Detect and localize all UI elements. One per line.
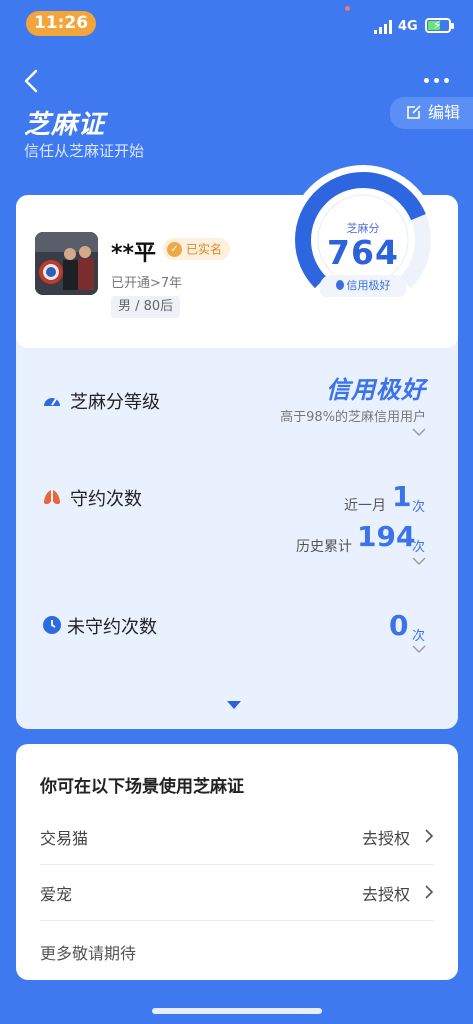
- home-indicator[interactable]: [152, 1008, 322, 1014]
- broken-value: 0: [389, 609, 409, 642]
- speedometer-icon: [44, 398, 60, 406]
- score-gauge[interactable]: 芝麻分 764 信用极好: [288, 165, 438, 315]
- battery-icon: ⚡: [425, 18, 454, 33]
- grade-expand-button[interactable]: [412, 428, 426, 436]
- divider: [40, 920, 434, 921]
- kept-history-unit: 次: [412, 540, 426, 555]
- kept-recent-label: 近一月: [344, 498, 386, 514]
- score-value: 764: [327, 233, 399, 272]
- authorize-link[interactable]: 去授权: [362, 825, 410, 849]
- signal-icon: [374, 20, 392, 34]
- more-button[interactable]: [422, 70, 452, 90]
- scene-row-aichong[interactable]: 爱宠 去授权: [40, 864, 434, 919]
- kept-title: 守约次数: [70, 489, 142, 510]
- broken-title: 未守约次数: [67, 617, 157, 638]
- chevron-left-icon: [24, 69, 38, 93]
- clock-icon: [43, 616, 61, 634]
- chevron-right-icon: [424, 828, 434, 844]
- broken-unit: 次: [412, 629, 426, 644]
- lungs-icon: [44, 490, 60, 505]
- broken-expand-button[interactable]: [412, 645, 426, 653]
- grade-desc: 高于98%的芝麻信用用户: [280, 410, 426, 425]
- more-coming-text: 更多敬请期待: [40, 944, 137, 963]
- open-duration: 已开通>7年: [111, 276, 183, 291]
- score-level-badge: 信用极好: [320, 275, 406, 297]
- page-title: 芝麻证: [24, 110, 106, 140]
- expand-more-icon[interactable]: [227, 701, 241, 709]
- kept-recent-unit: 次: [412, 500, 426, 515]
- chevron-down-icon: [412, 428, 426, 436]
- edit-button[interactable]: 编辑: [390, 97, 473, 129]
- kept-expand-button[interactable]: [412, 557, 426, 565]
- drop-icon: [335, 280, 344, 290]
- grade-level: 信用极好: [326, 376, 426, 404]
- kept-history-label: 历史累计: [296, 539, 352, 555]
- scenes-card: 你可在以下场景使用芝麻证 交易猫 去授权 爱宠 去授权 更多敬请期待: [16, 744, 458, 980]
- network-type: 4G: [398, 19, 418, 34]
- grade-title: 芝麻分等级: [70, 392, 160, 413]
- user-tag: 男 / 80后: [111, 296, 181, 318]
- verified-badge: ✓ 已实名: [163, 238, 231, 260]
- kept-history-value: 194: [357, 520, 416, 553]
- status-bar: 11:26 4G ⚡: [0, 0, 473, 50]
- more-dots-icon: [424, 78, 429, 83]
- back-button[interactable]: [20, 66, 44, 96]
- status-time: 11:26: [26, 11, 96, 36]
- page-subtitle: 信任从芝麻证开始: [24, 142, 145, 160]
- avatar-image: [35, 232, 98, 295]
- chevron-down-icon: [412, 557, 426, 565]
- scene-row-jiaoyimao[interactable]: 交易猫 去授权: [40, 808, 434, 863]
- camera-indicator-icon: [345, 6, 350, 11]
- scenes-title: 你可在以下场景使用芝麻证: [40, 777, 244, 797]
- avatar[interactable]: [35, 232, 98, 295]
- edit-label: 编辑: [428, 103, 461, 122]
- authorize-link[interactable]: 去授权: [362, 881, 410, 905]
- kept-recent-value: 1: [392, 480, 412, 513]
- chevron-right-icon: [424, 884, 434, 900]
- checkmark-icon: ✓: [167, 242, 182, 257]
- scene-name: 交易猫: [40, 829, 89, 848]
- edit-icon: [407, 105, 421, 119]
- chevron-down-icon: [412, 645, 426, 653]
- user-name: **平: [111, 241, 157, 266]
- scene-name: 爱宠: [40, 885, 73, 904]
